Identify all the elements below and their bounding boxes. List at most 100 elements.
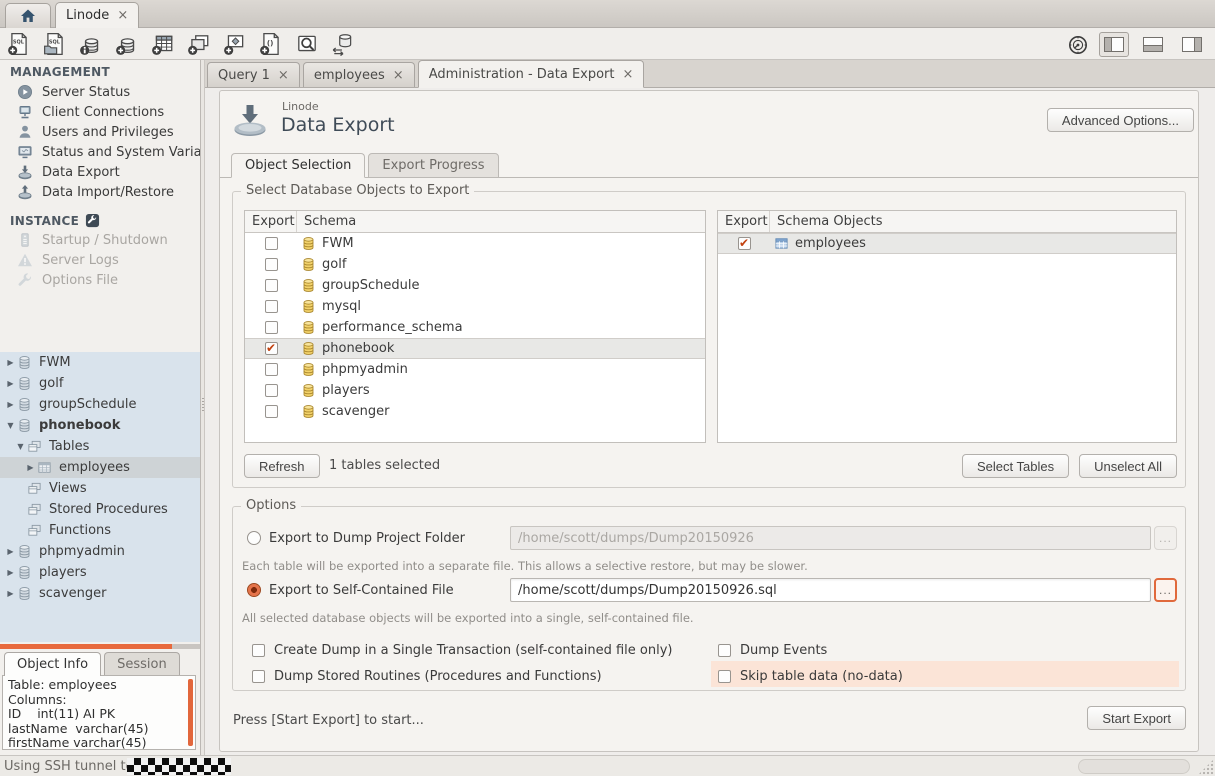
tree-item-golf[interactable]: ▶golf: [0, 373, 200, 394]
tab-query-1[interactable]: Query 1×: [207, 62, 300, 87]
resize-grip-icon[interactable]: [1198, 759, 1214, 775]
export-checkbox[interactable]: [265, 300, 278, 313]
expander-collapsed-icon[interactable]: ▶: [4, 358, 17, 367]
close-icon[interactable]: ×: [623, 67, 634, 82]
table-row-scavenger[interactable]: scavenger: [245, 401, 705, 422]
tab-administration-data-export[interactable]: Administration - Data Export×: [418, 60, 645, 88]
table-row-groupschedule[interactable]: groupSchedule: [245, 275, 705, 296]
export-checkbox[interactable]: [265, 405, 278, 418]
create-table-button[interactable]: [150, 31, 176, 57]
option-dump-stored-routines-procedures-and-functions[interactable]: Dump Stored Routines (Procedures and Fun…: [252, 665, 602, 687]
schema-inspector-button[interactable]: [78, 31, 104, 57]
tab-object-selection[interactable]: Object Selection: [231, 153, 365, 178]
self-contained-browse-button[interactable]: ...: [1154, 578, 1177, 602]
connection-tab[interactable]: Linode ×: [55, 2, 139, 28]
checkbox[interactable]: [718, 670, 731, 683]
table-blue-icon: [774, 236, 789, 251]
tree-item-groupschedule[interactable]: ▶groupSchedule: [0, 394, 200, 415]
dump-folder-radio[interactable]: [247, 531, 261, 545]
table-row-phonebook[interactable]: phonebook: [245, 338, 705, 359]
export-checkbox-cell: [718, 237, 770, 250]
expander-collapsed-icon[interactable]: ▶: [4, 568, 17, 577]
toggle-secondary-sidebar-button[interactable]: [1177, 32, 1207, 57]
dashboard-icon[interactable]: [1066, 33, 1090, 57]
sidebar-item-data-import-restore[interactable]: Data Import/Restore: [0, 182, 200, 202]
create-schema-button[interactable]: [114, 31, 140, 57]
tree-item-employees[interactable]: ▶employees: [0, 457, 200, 478]
create-view-button[interactable]: [186, 31, 212, 57]
close-icon[interactable]: ×: [393, 68, 404, 83]
dump-folder-browse-button[interactable]: ...: [1154, 526, 1177, 550]
expander-collapsed-icon[interactable]: ▶: [4, 379, 17, 388]
search-table-button[interactable]: [294, 31, 320, 57]
dump-folder-path-input[interactable]: [510, 526, 1151, 550]
sidebar-item-users-and-privileges[interactable]: Users and Privileges: [0, 122, 200, 142]
tree-item-phonebook[interactable]: ▼phonebook: [0, 415, 200, 436]
table-row-mysql[interactable]: mysql: [245, 296, 705, 317]
expander-collapsed-icon[interactable]: ▶: [4, 547, 17, 556]
toggle-sidebar-button[interactable]: [1099, 32, 1129, 57]
option-skip-table-data-no-data[interactable]: Skip table data (no-data): [718, 665, 903, 687]
table-row-employees[interactable]: employees: [718, 233, 1176, 254]
tree-item-views[interactable]: Views: [0, 478, 200, 499]
open-sql-script-button[interactable]: SQL: [42, 31, 68, 57]
table-row-fwm[interactable]: FWM: [245, 233, 705, 254]
checkbox[interactable]: [718, 644, 731, 657]
export-checkbox[interactable]: [265, 384, 278, 397]
tree-item-scavenger[interactable]: ▶scavenger: [0, 583, 200, 604]
checkbox[interactable]: [252, 644, 265, 657]
home-tab[interactable]: [5, 3, 51, 28]
table-row-performance-schema[interactable]: performance_schema: [245, 317, 705, 338]
unselect-all-button[interactable]: Unselect All: [1079, 454, 1177, 478]
tree-item-stored-procedures[interactable]: Stored Procedures: [0, 499, 200, 520]
sidebar-item-server-status[interactable]: Server Status: [0, 82, 200, 102]
expander-collapsed-icon[interactable]: ▶: [4, 589, 17, 598]
table-row-phpmyadmin[interactable]: phpmyadmin: [245, 359, 705, 380]
tab-employees[interactable]: employees×: [303, 62, 415, 87]
tree-item-fwm[interactable]: ▶FWM: [0, 352, 200, 373]
tree-item-players[interactable]: ▶players: [0, 562, 200, 583]
new-query-tab-button[interactable]: SQL: [6, 31, 32, 57]
tab-object-info[interactable]: Object Info: [4, 652, 101, 676]
close-icon[interactable]: ×: [117, 8, 128, 23]
expander-collapsed-icon[interactable]: ▶: [24, 463, 37, 472]
option-dump-events[interactable]: Dump Events: [718, 639, 827, 661]
table-row-players[interactable]: players: [245, 380, 705, 401]
tab-export-progress[interactable]: Export Progress: [368, 153, 498, 178]
select-tables-button[interactable]: Select Tables: [962, 454, 1069, 478]
sidebar-item-client-connections[interactable]: Client Connections: [0, 102, 200, 122]
sidebar-splitter-handle[interactable]: [0, 644, 172, 649]
tree-item-tables[interactable]: ▼Tables: [0, 436, 200, 457]
advanced-options-button[interactable]: Advanced Options...: [1047, 108, 1194, 132]
checkbox[interactable]: [252, 670, 265, 683]
export-checkbox[interactable]: [265, 321, 278, 334]
export-checkbox[interactable]: [265, 363, 278, 376]
tab-session[interactable]: Session: [104, 652, 180, 676]
expander-expanded-icon[interactable]: ▼: [14, 442, 27, 451]
expander-collapsed-icon[interactable]: ▶: [4, 400, 17, 409]
tree-item-functions[interactable]: Functions: [0, 520, 200, 541]
sidebar-item-data-export[interactable]: Data Export: [0, 162, 200, 182]
export-checkbox[interactable]: [738, 237, 751, 250]
create-procedure-button[interactable]: [222, 31, 248, 57]
option-create-dump-in-a-single-transaction-self-contained-file-only[interactable]: Create Dump in a Single Transaction (sel…: [252, 639, 672, 661]
export-checkbox[interactable]: [265, 279, 278, 292]
sidebar-item-status-and-system-variables[interactable]: Status and System Variables: [0, 142, 200, 162]
object-info-scrollbar[interactable]: [188, 679, 193, 746]
tree-item-phpmyadmin[interactable]: ▶phpmyadmin: [0, 541, 200, 562]
export-checkbox[interactable]: [265, 258, 278, 271]
refresh-button[interactable]: Refresh: [244, 454, 320, 478]
table-row-golf[interactable]: golf: [245, 254, 705, 275]
close-icon[interactable]: ×: [278, 68, 289, 83]
export-checkbox[interactable]: [265, 237, 278, 250]
create-function-button[interactable]: (): [258, 31, 284, 57]
expander-expanded-icon[interactable]: ▼: [4, 421, 17, 430]
options-group: Options Export to Dump Project Folder ..…: [232, 506, 1186, 691]
toggle-output-area-button[interactable]: [1138, 32, 1168, 57]
horizontal-scrollbar[interactable]: [1078, 759, 1190, 774]
self-contained-path-input[interactable]: [510, 578, 1151, 602]
export-checkbox[interactable]: [265, 342, 278, 355]
start-export-button[interactable]: Start Export: [1087, 706, 1186, 730]
reconnect-database-button[interactable]: [330, 31, 356, 57]
self-contained-radio[interactable]: [247, 583, 261, 597]
